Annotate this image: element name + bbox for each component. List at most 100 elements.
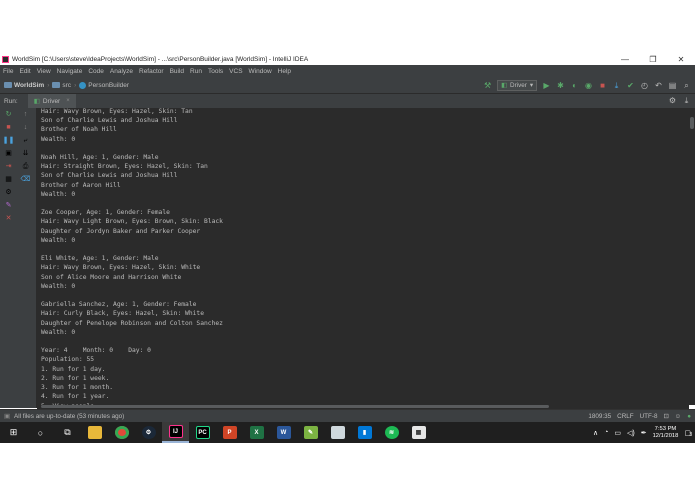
powerpoint-icon: P [222, 426, 237, 439]
photos-icon [330, 426, 345, 439]
horizontal-scroll-thumb[interactable] [41, 405, 549, 408]
menu-code[interactable]: Code [88, 68, 104, 75]
run-toolwindow-header: Run: ◧ Driver × ⚙ ⤓ [0, 94, 695, 108]
taskbar-steam[interactable]: ⚙ [135, 422, 162, 443]
windows-logo-icon: ⊞ [9, 427, 18, 437]
vertical-scrollbar[interactable] [689, 108, 695, 405]
menu-tools[interactable]: Tools [208, 68, 223, 75]
rerun-icon[interactable]: ↻ [0, 108, 17, 121]
src-folder-icon [52, 82, 61, 88]
soft-wrap-icon[interactable]: ⤶ [17, 134, 34, 147]
taskbar-chrome[interactable] [108, 422, 135, 443]
close-window-button[interactable]: ✕ [667, 55, 695, 64]
run-icon[interactable]: ▶ [542, 81, 551, 90]
scroll-up-icon[interactable]: ↑ [17, 108, 34, 121]
battery-icon[interactable]: ▭ [614, 429, 621, 437]
task-view-button[interactable]: ⧉ [54, 422, 81, 443]
breadcrumb-separator-icon: › [74, 81, 77, 89]
layout-icon[interactable]: ▦ [0, 173, 17, 186]
revert-icon[interactable]: ↶ [654, 81, 663, 90]
volume-icon[interactable]: ◁) [627, 429, 635, 437]
gear-icon[interactable]: ⚙ [668, 96, 677, 106]
clock-date: 12/1/2018 [652, 432, 679, 439]
taskbar-notepad[interactable]: ✎ [297, 422, 324, 443]
inspector-icon[interactable]: ☺ [675, 413, 681, 420]
pause-icon[interactable]: ❚❚ [0, 134, 17, 147]
console-output[interactable]: Hair: Wavy Brown, Eyes: Hazel, Skin: Tan… [37, 108, 689, 405]
taskbar-calculator[interactable]: ▦ [405, 422, 432, 443]
menu-window[interactable]: Window [249, 68, 272, 75]
taskbar-file-explorer[interactable] [81, 422, 108, 443]
vcs-commit-icon[interactable]: ✔ [626, 81, 635, 90]
chevron-up-icon[interactable]: ∧ [593, 429, 598, 437]
vcs-update-icon[interactable]: ⤓ [612, 81, 621, 91]
taskbar-powerpoint[interactable]: P [216, 422, 243, 443]
line-separator[interactable]: CRLF [617, 413, 633, 420]
run-config-select[interactable]: ◧ Driver ▾ [497, 80, 537, 91]
cortana-button[interactable]: ○ [27, 422, 54, 443]
caret-position[interactable]: 1809:35 [588, 413, 611, 420]
search-everywhere-icon[interactable]: ⌕ [682, 81, 691, 91]
menu-navigate[interactable]: Navigate [57, 68, 83, 75]
scroll-down-icon[interactable]: ↓ [17, 121, 34, 134]
scroll-to-end-icon[interactable]: ⇊ [17, 147, 34, 160]
dump-threads-icon[interactable]: ▣ [0, 147, 17, 160]
lock-icon[interactable]: ⊡ [663, 413, 668, 420]
menu-view[interactable]: View [37, 68, 51, 75]
menu-run[interactable]: Run [190, 68, 202, 75]
build-hammer-icon[interactable]: ⚒ [483, 81, 492, 90]
history-icon[interactable]: ◴ [640, 81, 649, 90]
action-center-icon[interactable]: ▢ 3 [684, 429, 692, 438]
tool-windows-icon[interactable]: ▣ [4, 413, 10, 420]
taskbar-photos[interactable] [324, 422, 351, 443]
console-actions-toolbar: ↑ ↓ ⤶ ⇊ ⎙ ⌫ [17, 108, 37, 408]
taskbar-excel[interactable]: X [243, 422, 270, 443]
clear-all-icon[interactable]: ⌫ [17, 173, 34, 186]
breadcrumb-project[interactable]: WorldSim [14, 82, 44, 89]
breadcrumb: WorldSim › src › PersonBuilder [4, 81, 129, 89]
menu-build[interactable]: Build [170, 68, 184, 75]
calculator-icon: ▦ [411, 426, 426, 439]
taskbar-spotify[interactable]: ≋ [378, 422, 405, 443]
intellij-app-icon [2, 55, 9, 63]
menu-refactor[interactable]: Refactor [139, 68, 164, 75]
menu-analyze[interactable]: Analyze [110, 68, 133, 75]
menu-help[interactable]: Help [278, 68, 291, 75]
menu-file[interactable]: File [3, 68, 13, 75]
taskbar-word[interactable]: W [270, 422, 297, 443]
breadcrumb-file[interactable]: PersonBuilder [88, 82, 129, 89]
stop-icon[interactable]: ■ [0, 121, 17, 134]
clock[interactable]: 7:53 PM 12/1/2018 [653, 426, 679, 440]
breadcrumb-src[interactable]: src [62, 82, 71, 89]
taskbar-intellij[interactable]: IJ [162, 422, 189, 443]
close-run-icon[interactable]: ✕ [0, 212, 17, 225]
pen-icon[interactable]: ✒ [641, 429, 647, 437]
tab-driver[interactable]: ◧ Driver × [27, 94, 76, 108]
tab-close-icon[interactable]: × [66, 98, 70, 104]
pin-icon[interactable]: ✎ [0, 199, 17, 212]
taskbar-app[interactable]: ▮ [351, 422, 378, 443]
maximize-button[interactable]: ❐ [639, 55, 667, 64]
settings-icon[interactable]: ⚙ [0, 186, 17, 199]
menu-edit[interactable]: Edit [19, 68, 30, 75]
search-circle-icon: ○ [37, 427, 44, 438]
print-icon[interactable]: ⎙ [17, 160, 34, 173]
hide-panel-icon[interactable]: ⤓ [682, 96, 691, 106]
event-log-icon[interactable]: ● [687, 413, 691, 420]
file-encoding[interactable]: UTF-8 [640, 413, 658, 420]
stop-icon[interactable]: ■ [598, 81, 607, 90]
coverage-icon[interactable]: ◐ [570, 81, 579, 90]
exit-icon[interactable]: ⇥ [0, 160, 17, 173]
network-icon[interactable]: ◔ [604, 429, 608, 436]
excel-icon: X [249, 426, 264, 439]
profile-icon[interactable]: ◉ [584, 81, 593, 90]
minimize-button[interactable]: — [611, 55, 639, 64]
structure-icon[interactable]: ▤ [668, 81, 677, 90]
taskbar-pycharm[interactable]: PC [189, 422, 216, 443]
menu-bar: File Edit View Navigate Code Analyze Ref… [0, 65, 695, 77]
debug-icon[interactable]: ✱ [556, 81, 565, 90]
menu-vcs[interactable]: VCS [229, 68, 242, 75]
start-button[interactable]: ⊞ [0, 422, 27, 443]
vertical-scroll-thumb[interactable] [690, 117, 694, 129]
console-text: Hair: Wavy Brown, Eyes: Hazel, Skin: Tan… [41, 108, 223, 405]
